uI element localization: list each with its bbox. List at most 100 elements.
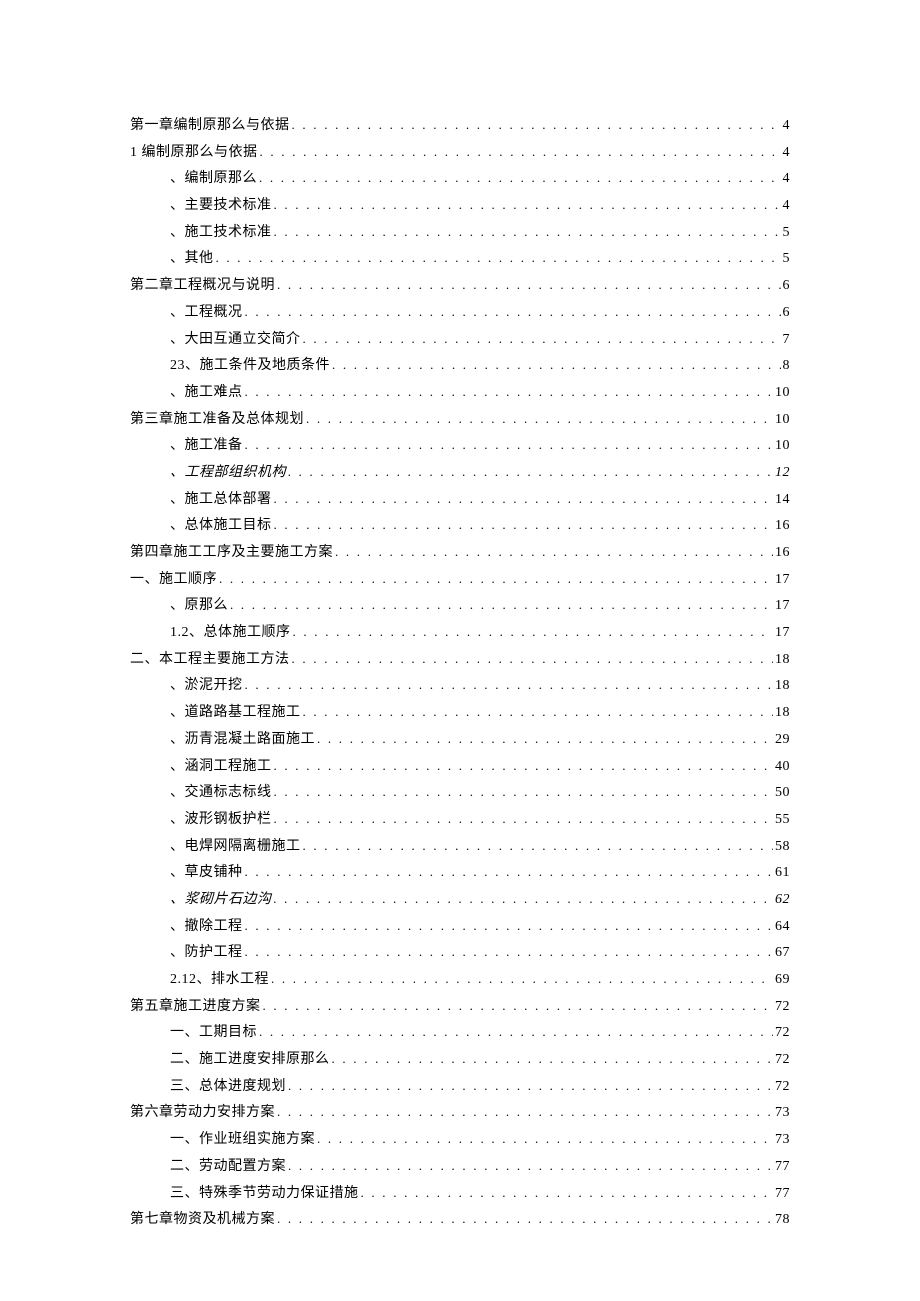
toc-entry-page: 8 xyxy=(783,359,791,373)
toc-entry-page: 5 xyxy=(783,226,791,240)
toc-leader-dots xyxy=(245,678,774,691)
toc-entry-page: 10 xyxy=(775,439,790,453)
toc-leader-dots xyxy=(335,545,773,558)
toc-leader-dots xyxy=(274,785,774,798)
toc-leader-dots xyxy=(245,438,774,451)
toc-entry-title: 三、总体进度规划 xyxy=(170,1080,286,1094)
toc-entry: 、施工技术标准 5 xyxy=(130,225,790,240)
toc-entry-page: 17 xyxy=(775,573,790,587)
toc-leader-dots xyxy=(303,705,774,718)
toc-entry-title: 、施工难点 xyxy=(170,386,243,400)
toc-entry-page: 72 xyxy=(775,1000,790,1014)
toc-leader-dots xyxy=(317,732,773,745)
toc-entry-title: 、涵洞工程施工 xyxy=(170,760,272,774)
toc-entry-title: 第六章劳动力安排方案 xyxy=(130,1106,275,1120)
toc-leader-dots xyxy=(271,972,773,985)
toc-leader-dots xyxy=(306,412,773,425)
toc-entry: 三、特殊季节劳动力保证措施 77 xyxy=(130,1186,790,1201)
toc-entry-title: 、淤泥开挖 xyxy=(170,679,243,693)
toc-leader-dots xyxy=(259,171,781,184)
toc-entry-page: 77 xyxy=(775,1187,790,1201)
toc-leader-dots xyxy=(274,492,774,505)
toc-entry-page: 16 xyxy=(775,519,790,533)
toc-entry-title: 、施工准备 xyxy=(170,439,243,453)
toc-entry: 2.12、排水工程 69 xyxy=(130,972,790,987)
toc-entry: 、编制原那么 4 xyxy=(130,171,790,186)
toc-entry: 、总体施工目标16 xyxy=(130,518,790,533)
toc-entry-title: 二、施工进度安排原那么 xyxy=(170,1053,330,1067)
toc-entry: 、电焊网隔离栅施工58 xyxy=(130,839,790,854)
toc-entry-title: 、大田互通立交简介 xyxy=(170,333,301,347)
toc-entry-title: 、草皮铺种 xyxy=(170,866,243,880)
toc-leader-dots xyxy=(274,198,781,211)
toc-leader-dots xyxy=(277,278,781,291)
toc-entry-title: 、施工技术标准 xyxy=(170,226,272,240)
toc-entry-page: 69 xyxy=(775,973,790,987)
toc-entry: 第三章施工准备及总体规划 10 xyxy=(130,412,790,427)
toc-leader-dots xyxy=(245,919,774,932)
toc-leader-dots xyxy=(288,1159,773,1172)
toc-entry: 第七章物资及机械方案78 xyxy=(130,1212,790,1227)
toc-entry-title: 、工程部组织机构 xyxy=(170,466,286,480)
toc-leader-dots xyxy=(274,759,774,772)
toc-leader-dots xyxy=(288,1079,773,1092)
toc-entry-title: 一、工期目标 xyxy=(170,1026,257,1040)
toc-entry-page: 17 xyxy=(775,599,790,613)
toc-entry-page: 67 xyxy=(775,946,790,960)
toc-entry: 二、劳动配置方案77 xyxy=(130,1159,790,1174)
toc-leader-dots xyxy=(245,385,774,398)
toc-entry-title: 第五章施工进度方案 xyxy=(130,1000,261,1014)
toc-entry: 、草皮铺种61 xyxy=(130,865,790,880)
toc-leader-dots xyxy=(288,465,773,478)
toc-entry-title: 1 编制原那么与依据 xyxy=(130,146,258,160)
toc-entry-page: 4 xyxy=(783,172,791,186)
toc-entry-page: 10 xyxy=(775,413,790,427)
toc-leader-dots xyxy=(274,812,774,825)
toc-entry: 三、总体进度规划 72 xyxy=(130,1079,790,1094)
toc-leader-dots xyxy=(245,305,781,318)
toc-entry-page: 4 xyxy=(783,199,791,213)
toc-entry-title: 一、作业班组实施方案 xyxy=(170,1133,315,1147)
toc-entry: 、涵洞工程施工 40 xyxy=(130,759,790,774)
toc-entry: 、道路路基工程施工18 xyxy=(130,705,790,720)
toc-entry-title: 、编制原那么 xyxy=(170,172,257,186)
table-of-contents: 第一章编制原那么与依据 4 1 编制原那么与依据4 、编制原那么 4 、主要技术标准 4 、施… xyxy=(130,118,790,1227)
toc-leader-dots xyxy=(277,1105,773,1118)
toc-entry: 第六章劳动力安排方案73 xyxy=(130,1105,790,1120)
toc-leader-dots xyxy=(259,1025,773,1038)
toc-entry-title: 二、劳动配置方案 xyxy=(170,1160,286,1174)
toc-leader-dots xyxy=(219,572,773,585)
toc-entry-title: 第七章物资及机械方案 xyxy=(130,1213,275,1227)
toc-entry-title: 二、本工程主要施工方法 xyxy=(130,653,290,667)
toc-entry-title: 第四章施工工序及主要施工方案 xyxy=(130,546,333,560)
toc-entry-title: 一、施工顺序 xyxy=(130,573,217,587)
toc-entry-title: 、防护工程 xyxy=(170,946,243,960)
toc-entry-title: 三、特殊季节劳动力保证措施 xyxy=(170,1187,359,1201)
toc-entry-title: 第一章编制原那么与依据 xyxy=(130,119,290,133)
toc-entry-title: 第三章施工准备及总体规划 xyxy=(130,413,304,427)
toc-entry: 二、本工程主要施工方法18 xyxy=(130,652,790,667)
toc-leader-dots xyxy=(274,518,774,531)
toc-entry-title: 2.12、排水工程 xyxy=(170,973,269,987)
toc-entry-title: 23、施工条件及地质条件 xyxy=(170,359,330,373)
toc-entry-page: 73 xyxy=(775,1133,790,1147)
toc-entry-page: 62 xyxy=(775,893,790,907)
toc-entry-title: 、工程概况 xyxy=(170,306,243,320)
toc-leader-dots xyxy=(245,945,774,958)
toc-entry-page: 6 xyxy=(783,279,791,293)
toc-leader-dots xyxy=(293,625,774,638)
toc-entry-title: 、交通标志标线 xyxy=(170,786,272,800)
toc-entry: 1 编制原那么与依据4 xyxy=(130,145,790,160)
toc-entry-page: 72 xyxy=(775,1053,790,1067)
document-page: 第一章编制原那么与依据 4 1 编制原那么与依据4 、编制原那么 4 、主要技术标准 4 、施… xyxy=(0,0,920,1301)
toc-entry-page: 72 xyxy=(775,1080,790,1094)
toc-entry-title: 、道路路基工程施工 xyxy=(170,706,301,720)
toc-entry-page: 58 xyxy=(775,840,790,854)
toc-entry: 、其他5 xyxy=(130,251,790,266)
toc-entry-page: 40 xyxy=(775,760,790,774)
toc-entry-title: 、其他 xyxy=(170,252,214,266)
toc-entry: 第五章施工进度方案 72 xyxy=(130,999,790,1014)
toc-entry-page: 16 xyxy=(775,546,790,560)
toc-entry: 、淤泥开挖18 xyxy=(130,678,790,693)
toc-entry-title: 、主要技术标准 xyxy=(170,199,272,213)
